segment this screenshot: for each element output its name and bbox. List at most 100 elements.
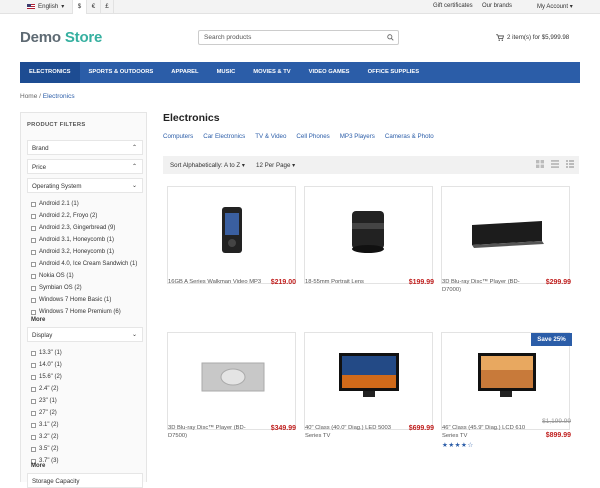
- filter-group-label: Display: [32, 332, 53, 339]
- chevron-up-icon: ⌃: [131, 145, 137, 151]
- checkbox[interactable]: [31, 410, 36, 416]
- product-card[interactable]: [167, 332, 296, 430]
- cart-summary[interactable]: 2 item(s) for $5,999.98: [496, 34, 569, 41]
- search-icon[interactable]: [387, 34, 394, 41]
- nav-apparel[interactable]: APPAREL: [162, 62, 207, 83]
- checkbox[interactable]: [31, 398, 36, 404]
- grid-view-icon[interactable]: [536, 160, 544, 168]
- checkbox[interactable]: [31, 309, 36, 315]
- filter-option[interactable]: Android 3.1, Honeycomb (1): [31, 237, 114, 243]
- subcat-car-electronics[interactable]: Car Electronics: [203, 133, 245, 140]
- product-card[interactable]: [441, 186, 570, 284]
- subcat-cameras-photo[interactable]: Cameras & Photo: [385, 133, 434, 140]
- filter-option[interactable]: Nokia OS (1): [31, 273, 74, 279]
- nav-music[interactable]: MUSIC: [208, 62, 245, 83]
- sort-label: Sort Alphabetically: A to Z: [170, 162, 241, 169]
- walkman-image: [222, 207, 242, 253]
- sort-dropdown[interactable]: Sort Alphabetically: A to Z ▾: [170, 162, 245, 169]
- filter-option[interactable]: 23" (1): [31, 398, 57, 404]
- nav-office-supplies[interactable]: OFFICE SUPPLIES: [359, 62, 429, 83]
- checkbox[interactable]: [31, 374, 36, 380]
- nav-sports-outdoors[interactable]: SPORTS & OUTDOORS: [80, 62, 163, 83]
- filter-option[interactable]: 3.1" (2): [31, 422, 58, 428]
- option-label: 14.0" (1): [39, 362, 62, 368]
- option-label: 3.2" (2): [39, 434, 59, 440]
- more-display-link[interactable]: More: [31, 463, 45, 469]
- breadcrumb-home[interactable]: Home: [20, 93, 37, 100]
- product-card[interactable]: [167, 186, 296, 284]
- currency-gbp[interactable]: £: [100, 0, 114, 14]
- product-price: $349.99: [270, 425, 296, 432]
- filter-option[interactable]: Symbian OS (2): [31, 285, 82, 291]
- gift-certificates-link[interactable]: Gift certificates: [433, 3, 473, 9]
- checkbox[interactable]: [31, 201, 36, 207]
- nav-movies-tv[interactable]: MOVIES & TV: [244, 62, 299, 83]
- product-card[interactable]: [304, 186, 433, 284]
- filter-option[interactable]: 3.2" (2): [31, 434, 58, 440]
- currency-usd[interactable]: $: [72, 0, 86, 14]
- checkbox[interactable]: [31, 225, 36, 231]
- filter-option[interactable]: Android 2.3, Gingerbread (9): [31, 225, 115, 231]
- checkbox[interactable]: [31, 249, 36, 255]
- filter-option[interactable]: 13.3" (1): [31, 350, 62, 356]
- compact-list-view-icon[interactable]: [566, 160, 574, 168]
- filter-group-os[interactable]: Operating System ⌄: [27, 178, 143, 193]
- rating-stars: ★★★★☆: [442, 441, 474, 449]
- filters-heading: PRODUCT FILTERS: [27, 122, 86, 128]
- filter-group-storage[interactable]: Storage Capacity: [27, 473, 143, 488]
- store-logo[interactable]: Demo Store: [20, 29, 102, 46]
- subcat-mp3-players[interactable]: MP3 Players: [340, 133, 375, 140]
- my-account-menu[interactable]: My Account ▾: [537, 3, 573, 10]
- filter-group-label: Storage Capacity: [32, 478, 80, 485]
- filter-group-display[interactable]: Display ⌄: [27, 327, 143, 342]
- subcat-cell-phones[interactable]: Cell Phones: [296, 133, 329, 140]
- breadcrumb-current: Electronics: [42, 93, 75, 100]
- checkbox[interactable]: [31, 422, 36, 428]
- filter-option[interactable]: 3.5" (2): [31, 446, 58, 452]
- subcat-tv-video[interactable]: TV & Video: [255, 133, 286, 140]
- filter-option[interactable]: Android 3.2, Honeycomb (1): [31, 249, 114, 255]
- checkbox[interactable]: [31, 213, 36, 219]
- checkbox[interactable]: [31, 446, 36, 452]
- checkbox[interactable]: [31, 362, 36, 368]
- checkbox[interactable]: [31, 261, 36, 267]
- option-label: 15.6" (2): [39, 374, 62, 380]
- list-view-icon[interactable]: [551, 160, 559, 168]
- checkbox[interactable]: [31, 297, 36, 303]
- per-page-dropdown[interactable]: 12 Per Page ▾: [256, 162, 295, 169]
- checkbox[interactable]: [31, 285, 36, 291]
- option-label: 27" (2): [39, 410, 57, 416]
- option-label: 3.5" (2): [39, 446, 59, 452]
- our-brands-link[interactable]: Our brands: [482, 3, 512, 9]
- filter-option[interactable]: 2.4" (2): [31, 386, 58, 392]
- language-selector[interactable]: English ▾: [27, 3, 64, 10]
- checkbox[interactable]: [31, 237, 36, 243]
- nav-video-games[interactable]: VIDEO GAMES: [300, 62, 359, 83]
- filter-option[interactable]: 15.6" (2): [31, 374, 62, 380]
- filter-option[interactable]: Android 2.2, Froyo (2): [31, 213, 97, 219]
- option-label: Android 3.2, Honeycomb (1): [39, 249, 115, 255]
- checkbox[interactable]: [31, 386, 36, 392]
- filter-option[interactable]: Android 4.0, Ice Cream Sandwich (1): [31, 261, 137, 267]
- search-input[interactable]: Search products: [198, 30, 399, 45]
- more-os-link[interactable]: More: [31, 317, 45, 323]
- checkbox[interactable]: [31, 434, 36, 440]
- language-label: English: [38, 3, 59, 10]
- subcat-computers[interactable]: Computers: [163, 133, 193, 140]
- product-card[interactable]: [441, 332, 570, 430]
- checkbox[interactable]: [31, 350, 36, 356]
- us-flag-icon: [27, 4, 35, 9]
- filter-option[interactable]: 14.0" (1): [31, 362, 62, 368]
- filter-option[interactable]: Windows 7 Home Premium (6): [31, 309, 121, 315]
- checkbox[interactable]: [31, 273, 36, 279]
- filter-option[interactable]: Android 2.1 (1): [31, 201, 79, 207]
- filter-group-brand[interactable]: Brand ⌃: [27, 140, 143, 155]
- filter-group-price[interactable]: Price ⌃: [27, 159, 143, 174]
- filter-option[interactable]: Windows 7 Home Basic (1): [31, 297, 111, 303]
- nav-electronics[interactable]: ELECTRONICS: [20, 62, 80, 83]
- filter-option[interactable]: 27" (2): [31, 410, 57, 416]
- subcategory-links: Computers Car Electronics TV & Video Cel…: [163, 133, 434, 140]
- product-card[interactable]: [304, 332, 433, 430]
- currency-eur[interactable]: €: [86, 0, 100, 14]
- save-badge: Save 25%: [531, 333, 572, 346]
